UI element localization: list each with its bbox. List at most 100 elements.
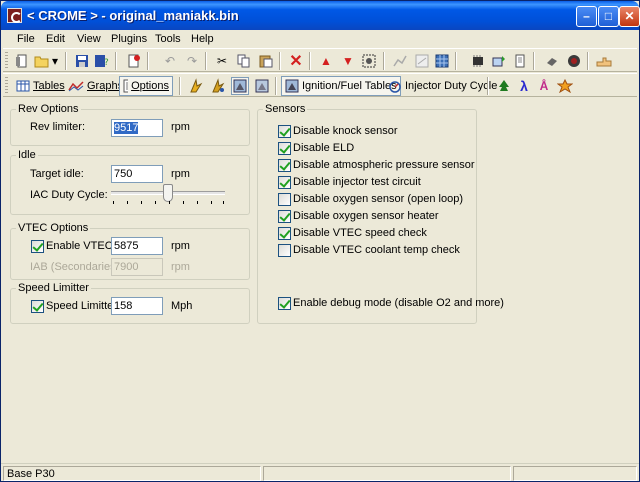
gauge-icon[interactable] bbox=[565, 52, 583, 70]
status-base-cell: Base P30 bbox=[3, 466, 261, 481]
smooth-icon[interactable] bbox=[413, 52, 431, 70]
slider-tick bbox=[183, 201, 184, 204]
map-table-icon[interactable] bbox=[231, 77, 249, 95]
toolbar-separator bbox=[587, 52, 589, 70]
sensor-checkbox[interactable] bbox=[278, 227, 291, 240]
delete-icon[interactable]: ✕ bbox=[287, 52, 305, 70]
injector-gauge-icon bbox=[389, 81, 401, 93]
close-button[interactable]: ✕ bbox=[619, 6, 640, 27]
menu-help[interactable]: Help bbox=[191, 33, 214, 45]
toolbar-grip[interactable] bbox=[5, 52, 8, 70]
decrease-arrow-icon[interactable]: ▼ bbox=[339, 52, 357, 70]
menu-edit[interactable]: Edit bbox=[46, 33, 65, 45]
iac-duty-cycle-slider[interactable] bbox=[111, 184, 227, 206]
toolbar-separator bbox=[147, 52, 149, 70]
slider-tick bbox=[127, 201, 128, 204]
select-cell-icon[interactable] bbox=[360, 52, 378, 70]
menu-tools[interactable]: Tools bbox=[155, 33, 181, 45]
iab-secondaries-label: IAB (Secondaries): bbox=[30, 261, 123, 273]
checksum-icon[interactable] bbox=[125, 52, 143, 70]
target-idle-input[interactable]: 750 bbox=[111, 165, 163, 183]
upload-icon[interactable] bbox=[490, 52, 508, 70]
menu-file[interactable]: File bbox=[17, 33, 35, 45]
toolbar-separator bbox=[279, 52, 281, 70]
sensor-checkbox-label: Disable oxygen sensor (open loop) bbox=[293, 193, 463, 205]
chip-icon[interactable] bbox=[469, 52, 487, 70]
document-icon[interactable] bbox=[511, 52, 529, 70]
eraser-icon[interactable] bbox=[543, 52, 561, 70]
sensor-checkbox[interactable] bbox=[278, 125, 291, 138]
copy-icon[interactable] bbox=[235, 52, 253, 70]
graph-icon bbox=[68, 81, 84, 92]
status-cell-right bbox=[513, 466, 637, 481]
enable-vtec-checkbox[interactable] bbox=[31, 240, 44, 253]
menu-plugins[interactable]: Plugins bbox=[111, 33, 147, 45]
tab-injector-duty-cycle[interactable]: Injector Duty Cycle bbox=[385, 76, 500, 96]
title-bar[interactable]: < CROME > - original_maniakk.bin – □ ✕ bbox=[1, 1, 640, 30]
rev-limiter-label: Rev limiter: bbox=[30, 121, 86, 133]
undo-icon[interactable]: ↶ bbox=[161, 52, 179, 70]
tab-ignition-fuel-tables[interactable]: Ignition/Fuel Tables bbox=[281, 76, 401, 96]
table-grid-icon[interactable] bbox=[433, 52, 451, 70]
sensor-checkbox[interactable] bbox=[278, 193, 291, 206]
sensor-checkbox[interactable] bbox=[278, 210, 291, 223]
new-file-icon[interactable] bbox=[13, 52, 31, 70]
tab-tables-label: Tables bbox=[33, 80, 65, 92]
sensor-checkbox-label: Disable atmospheric pressure sensor bbox=[293, 159, 475, 171]
tree-icon[interactable] bbox=[495, 77, 513, 95]
slider-tick bbox=[155, 201, 156, 204]
speed-limitter-input[interactable]: 158 bbox=[111, 297, 163, 315]
save-as-icon[interactable]: ? bbox=[93, 52, 111, 70]
sensor-checkbox-label: Disable VTEC coolant temp check bbox=[293, 244, 460, 256]
tb-icon[interactable]: Å bbox=[535, 77, 553, 95]
maximize-button[interactable]: □ bbox=[598, 6, 619, 27]
minimize-button[interactable]: – bbox=[576, 6, 597, 27]
tab-tables[interactable]: Tables bbox=[13, 76, 68, 96]
paste-icon[interactable] bbox=[257, 52, 275, 70]
slider-tick bbox=[141, 201, 142, 204]
menu-bar: File Edit View Plugins Tools Help bbox=[1, 30, 639, 48]
sensor-checkbox-label: Disable VTEC speed check bbox=[293, 227, 427, 239]
hand-point-icon[interactable] bbox=[595, 52, 613, 70]
lambda-icon[interactable]: λ bbox=[515, 77, 533, 95]
status-cell-middle bbox=[263, 466, 511, 481]
open-folder-icon[interactable] bbox=[33, 52, 51, 70]
iab-rpm-input[interactable]: 7900 bbox=[111, 258, 163, 276]
cut-icon[interactable]: ✂ bbox=[213, 52, 231, 70]
save-icon[interactable] bbox=[73, 52, 91, 70]
fuel-spark-icon[interactable] bbox=[209, 77, 227, 95]
vtec-rpm-input[interactable]: 5875 bbox=[111, 237, 163, 255]
tab-graphs[interactable]: Graphs bbox=[65, 76, 126, 96]
toolbar-grip[interactable] bbox=[5, 77, 8, 95]
interpolate-icon[interactable] bbox=[391, 52, 409, 70]
app-logo-icon[interactable] bbox=[7, 8, 22, 23]
burst-icon[interactable] bbox=[556, 77, 574, 95]
ignition-spark-icon[interactable] bbox=[187, 77, 205, 95]
map-table-alt-icon[interactable] bbox=[253, 77, 271, 95]
sensor-checkbox[interactable] bbox=[278, 159, 291, 172]
debug-mode-checkbox[interactable] bbox=[278, 297, 291, 310]
open-dropdown-icon[interactable]: ▾ bbox=[50, 52, 60, 70]
slider-thumb[interactable] bbox=[163, 184, 173, 202]
tab-options-label: Options bbox=[131, 80, 169, 92]
sensor-checkbox[interactable] bbox=[278, 244, 291, 257]
app-window: < CROME > - original_maniakk.bin – □ ✕ F… bbox=[0, 0, 640, 482]
enable-vtec-label: Enable VTEC: bbox=[46, 240, 116, 252]
sensor-checkbox[interactable] bbox=[278, 176, 291, 189]
slider-tick bbox=[223, 201, 224, 204]
increase-arrow-icon[interactable]: ▲ bbox=[317, 52, 335, 70]
tab-options[interactable]: Options bbox=[119, 76, 173, 96]
speed-limitter-unit: Mph bbox=[171, 300, 193, 312]
toolbar-separator bbox=[533, 52, 535, 70]
main-toolbar: ▾ ? ↶ ↷ ✂ ✕ ▲ ▼ bbox=[3, 48, 637, 72]
sensors-title: Sensors bbox=[263, 103, 308, 115]
target-idle-label: Target idle: bbox=[30, 168, 84, 180]
rev-limiter-input[interactable]: 9517 bbox=[111, 119, 163, 137]
speed-limitter-group: Speed Limitter Speed Limitter: 158 Mph bbox=[10, 282, 250, 324]
rev-limiter-unit: rpm bbox=[171, 121, 190, 133]
menu-view[interactable]: View bbox=[77, 33, 101, 45]
speed-limitter-checkbox[interactable] bbox=[31, 300, 44, 313]
sensor-checkbox[interactable] bbox=[278, 142, 291, 155]
redo-icon[interactable]: ↷ bbox=[183, 52, 201, 70]
rev-options-group: Rev Options Rev limiter: 9517 rpm bbox=[10, 103, 250, 146]
